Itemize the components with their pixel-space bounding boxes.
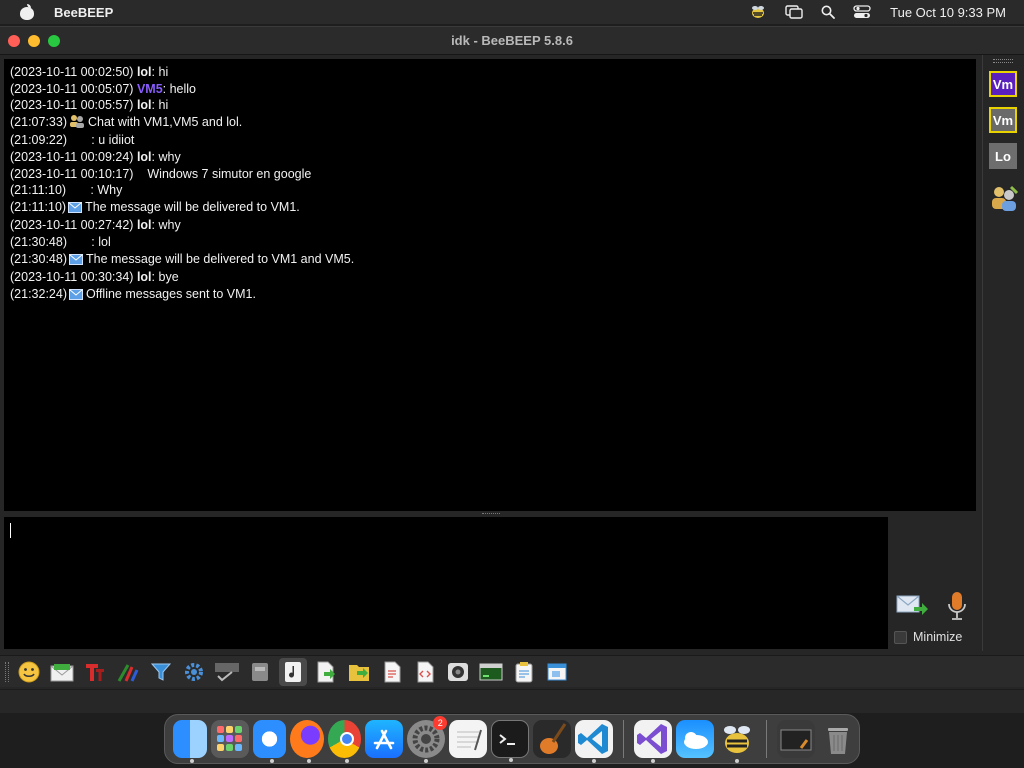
color-picker-icon[interactable]	[114, 658, 142, 686]
note-icon[interactable]	[279, 657, 307, 686]
running-indicator	[424, 759, 429, 763]
dock-textedit-icon[interactable]	[449, 720, 488, 758]
dock-safari-icon[interactable]	[252, 720, 287, 763]
group-chat-icon[interactable]	[989, 183, 1019, 213]
envelope-icon	[68, 201, 83, 218]
running-indicator	[651, 759, 656, 763]
chat-message: (21:30:48) The message will be delivered …	[10, 251, 970, 270]
splitter-handle[interactable]	[482, 513, 500, 515]
group-chat-icon	[69, 114, 85, 133]
minimize-label: Minimize	[913, 630, 963, 644]
dock-terminal-icon[interactable]	[491, 720, 530, 762]
chat-transcript[interactable]: (2023-10-11 00:02:50) lol: hi (2023-10-1…	[4, 59, 976, 511]
share-folder-icon[interactable]	[345, 658, 373, 686]
envelope-icon	[68, 288, 83, 305]
beebeep-window: idk - BeeBEEP 5.8.6 (2023-10-11 00:02:50…	[0, 26, 1024, 713]
window-minimize-button[interactable]	[28, 34, 40, 47]
dock-screen-capture-icon[interactable]	[777, 720, 816, 758]
chat-message: (21:09:22) : u idiiot	[10, 133, 135, 148]
menu-bar-clock[interactable]: Tue Oct 10 9:33 PM	[890, 5, 1006, 20]
macos-dock: 2	[164, 714, 860, 764]
chat-message: (2023-10-11 00:10:17) Windows 7 simutor …	[10, 166, 312, 181]
clipboard-icon[interactable]	[510, 658, 538, 686]
chat-message: (2023-10-11 00:02:50) lol: hi	[10, 65, 169, 79]
control-center-icon[interactable]	[853, 0, 871, 24]
running-indicator	[735, 759, 740, 763]
envelope-icon	[68, 253, 83, 270]
panel-grip-handle[interactable]	[993, 59, 1013, 63]
dock-launchpad-icon[interactable]	[210, 720, 249, 758]
running-indicator	[592, 759, 597, 763]
running-indicator	[269, 759, 274, 763]
dock-visual-studio-icon[interactable]	[634, 720, 673, 763]
screen-mirroring-icon[interactable]	[785, 0, 803, 24]
dock-system-settings-icon[interactable]: 2	[407, 716, 448, 763]
terminal-window-icon[interactable]	[477, 658, 505, 686]
dock-separator	[766, 720, 768, 758]
send-message-button[interactable]	[896, 593, 928, 617]
window-titlebar: idk - BeeBEEP 5.8.6	[0, 27, 1024, 55]
dock-beebeep-icon[interactable]	[718, 720, 756, 763]
dock-app-store-icon[interactable]	[365, 720, 404, 758]
dock-trash-icon[interactable]	[819, 720, 857, 758]
chat-message: (2023-10-11 00:30:34) lol: bye	[10, 270, 179, 285]
filter-icon[interactable]	[147, 658, 175, 686]
dock-finder-icon[interactable]	[173, 720, 207, 763]
user-avatar-lol[interactable]: Lo	[989, 143, 1017, 169]
dock-chrome-icon[interactable]	[327, 720, 362, 763]
dock-separator	[623, 720, 625, 758]
chat-message: (21:11:10) : Why	[10, 183, 123, 198]
screenshot-icon[interactable]	[444, 658, 472, 686]
window-zoom-button[interactable]	[48, 34, 60, 47]
dock-weather-icon[interactable]	[676, 720, 715, 758]
user-avatar-vm1[interactable]: Vm	[989, 71, 1017, 97]
window-close-button[interactable]	[8, 34, 20, 47]
minimize-checkbox[interactable]	[894, 630, 907, 644]
beebeep-status-icon[interactable]	[749, 0, 767, 24]
chat-message: (2023-10-11 00:27:42) lol: why	[10, 218, 181, 233]
chat-message: (21:32:24) Offline messages sent to VM1.	[10, 286, 970, 305]
spotlight-search-icon[interactable]	[821, 0, 836, 24]
status-bar	[0, 689, 1024, 713]
apple-menu-icon[interactable]	[20, 4, 34, 20]
dictionary-icon[interactable]	[246, 658, 274, 686]
dock-firefox-icon[interactable]	[290, 720, 324, 763]
toolbar-grip-handle[interactable]	[5, 661, 9, 682]
menu-bar: BeeBEEP Tue Oct 10 9:33 PM	[0, 0, 1024, 24]
dock-garageband-icon[interactable]	[533, 720, 572, 758]
chat-message: (21:11:10) The message will be delivered …	[10, 199, 970, 218]
envelope-icon[interactable]	[48, 658, 76, 686]
voice-message-button[interactable]	[946, 591, 968, 621]
message-input[interactable]	[4, 517, 888, 649]
chat-message: (2023-10-11 00:05:57) lol: hi	[10, 98, 169, 113]
window-title: idk - BeeBEEP 5.8.6	[451, 33, 573, 48]
spellcheck-icon[interactable]	[213, 658, 241, 686]
dock-vscode-icon[interactable]	[575, 720, 614, 763]
chat-message: (21:30:48) : lol	[10, 234, 111, 249]
document-icon[interactable]	[378, 658, 406, 686]
chat-message: (2023-10-11 00:09:24) lol: why	[10, 149, 181, 164]
send-file-icon[interactable]	[312, 658, 340, 686]
app-menu-name[interactable]: BeeBEEP	[54, 5, 113, 20]
user-avatar-vm5[interactable]: Vm	[989, 107, 1017, 133]
users-panel: Vm Vm Lo	[982, 55, 1024, 651]
chat-message: (21:07:33) Chat with VM1,VM5 and lol.	[10, 114, 970, 133]
chat-message: (2023-10-11 00:05:07) VM5: hello	[10, 81, 197, 96]
smiley-icon[interactable]	[15, 658, 43, 686]
running-indicator	[509, 758, 514, 762]
chat-toolbar	[0, 655, 1024, 687]
font-icon[interactable]	[81, 658, 109, 686]
code-icon[interactable]	[411, 658, 439, 686]
minimize-option[interactable]: Minimize	[894, 630, 962, 644]
text-caret	[10, 523, 11, 538]
menu-bar-status-area: Tue Oct 10 9:33 PM	[740, 0, 1024, 24]
settings-gear-icon[interactable]	[180, 658, 208, 686]
running-indicator	[344, 759, 349, 763]
window-icon[interactable]	[543, 658, 571, 686]
running-indicator	[190, 759, 194, 763]
running-indicator	[307, 759, 312, 763]
